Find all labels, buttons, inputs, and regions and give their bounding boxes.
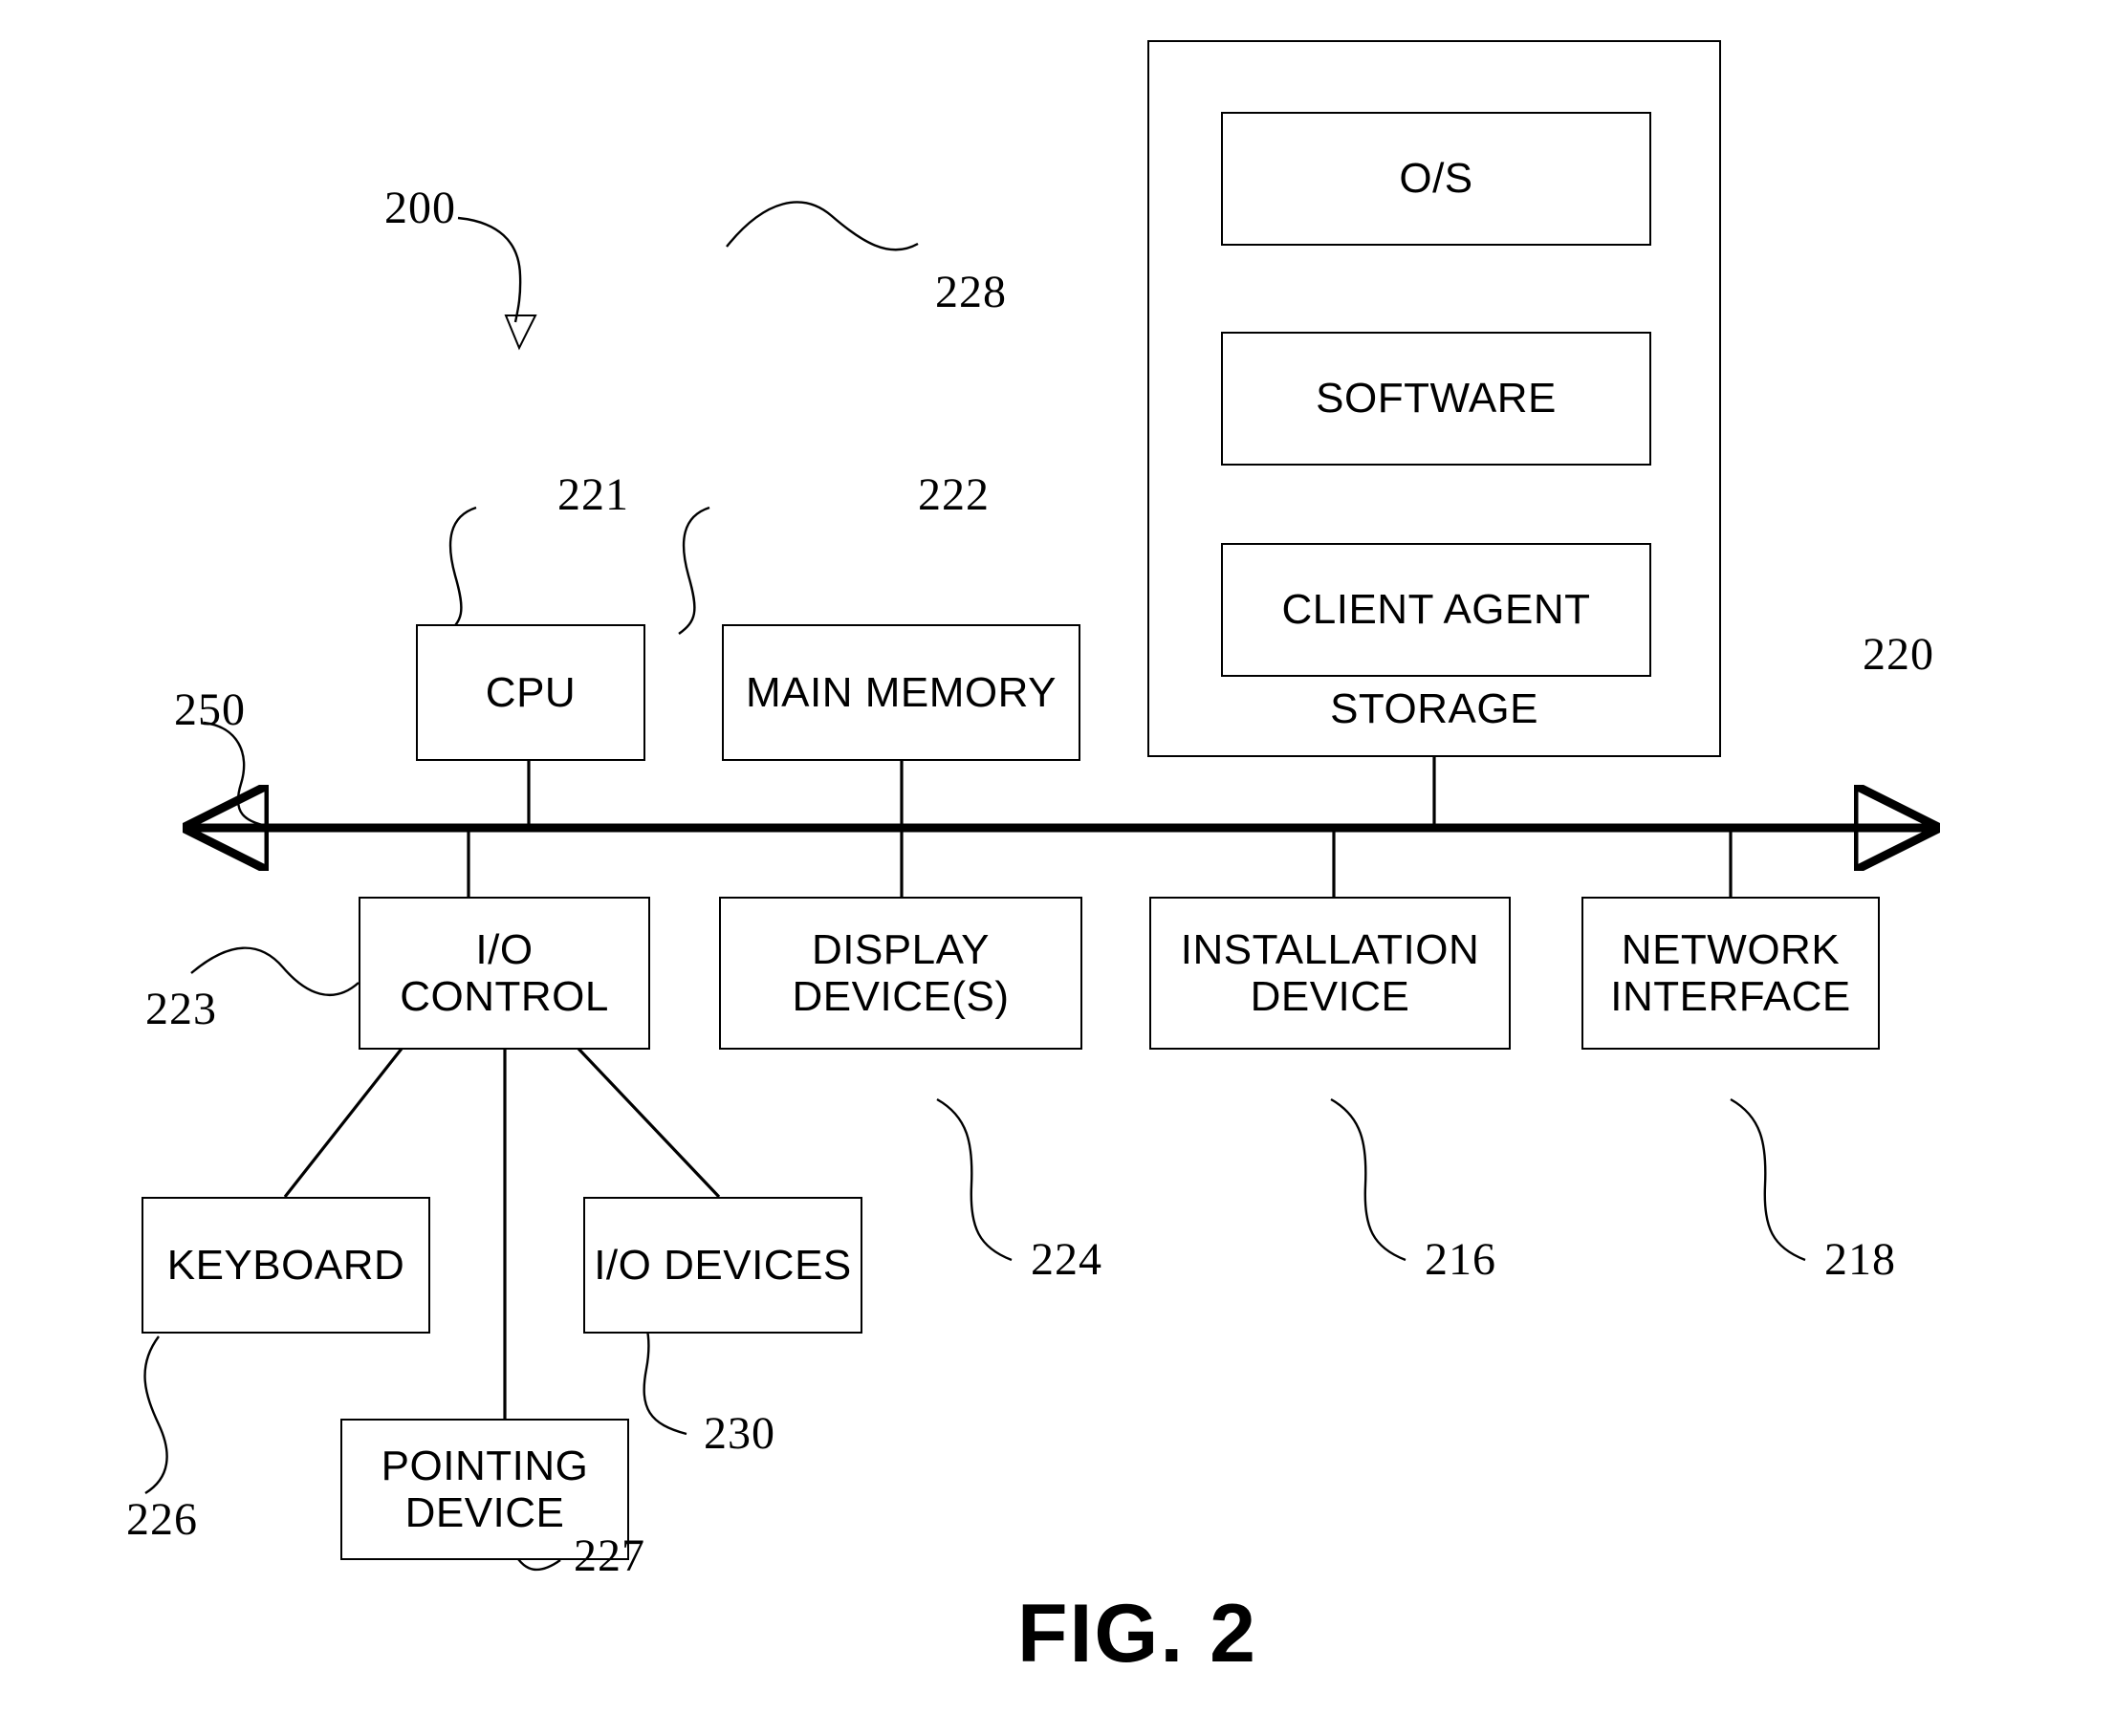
ref-226: 226 (126, 1494, 198, 1545)
storage-item-client-agent: CLIENT AGENT (1221, 543, 1651, 677)
ref-227: 227 (574, 1530, 645, 1581)
storage-item-software: SOFTWARE (1221, 332, 1651, 466)
main-memory-box: MAIN MEMORY (722, 624, 1080, 761)
ref-224: 224 (1031, 1234, 1102, 1285)
leader-250 (203, 721, 278, 830)
leader-222 (678, 506, 710, 635)
ref-230: 230 (704, 1408, 775, 1459)
leader-200 (457, 216, 537, 351)
ref-220: 220 (1863, 629, 1934, 680)
network-interface-box: NETWORK INTERFACE (1581, 897, 1880, 1050)
leader-216 (1330, 1097, 1406, 1262)
installation-device-box: INSTALLATION DEVICE (1149, 897, 1511, 1050)
pointing-device-label-line1: POINTING (381, 1442, 589, 1489)
connector-io-control-to-keyboard (283, 1048, 403, 1198)
installation-device-label-line1: INSTALLATION (1180, 925, 1480, 973)
leader-224 (936, 1097, 1013, 1262)
network-interface-label-line1: NETWORK (1621, 925, 1841, 973)
leader-226 (143, 1335, 168, 1495)
ref-218: 218 (1824, 1234, 1896, 1285)
storage-item-client-agent-label: CLIENT AGENT (1281, 586, 1591, 634)
leader-221 (445, 506, 477, 635)
ref-250: 250 (174, 684, 246, 735)
pointing-device-label-line2: DEVICE (404, 1489, 565, 1536)
ref-222: 222 (918, 469, 990, 520)
ref-228: 228 (935, 267, 1007, 317)
io-devices-box: I/O DEVICES (583, 1197, 862, 1334)
display-device-box: DISPLAY DEVICE(S) (719, 897, 1082, 1050)
ref-223: 223 (145, 984, 217, 1034)
display-device-label-line2: DEVICE(S) (792, 973, 1010, 1020)
ref-221: 221 (557, 469, 629, 520)
cpu-label: CPU (485, 668, 577, 716)
io-control-label: I/O CONTROL (400, 925, 609, 1020)
ref-200: 200 (384, 183, 456, 233)
leader-218 (1730, 1097, 1806, 1262)
io-devices-label: I/O DEVICES (594, 1241, 852, 1289)
storage-item-os: O/S (1221, 112, 1651, 246)
keyboard-label: KEYBOARD (166, 1241, 405, 1289)
cpu-box: CPU (416, 624, 645, 761)
storage-item-software-label: SOFTWARE (1316, 375, 1557, 423)
display-device-label-line1: DISPLAY (811, 925, 991, 973)
ref-216: 216 (1425, 1234, 1496, 1285)
wiring-overlay (143, 201, 2115, 1572)
keyboard-box: KEYBOARD (142, 1197, 430, 1334)
installation-device-label-line2: DEVICE (1250, 973, 1410, 1020)
storage-label: STORAGE (1330, 684, 1538, 732)
network-interface-label-line2: INTERFACE (1610, 973, 1851, 1020)
io-control-box: I/O CONTROL (359, 897, 650, 1050)
figure-caption: FIG. 2 (1017, 1588, 1257, 1680)
connector-io-control-to-io-devices (577, 1047, 721, 1199)
main-memory-label: MAIN MEMORY (746, 668, 1057, 716)
leader-228 (726, 201, 919, 251)
patent-figure-page: STORAGE O/S SOFTWARE CLIENT AGENT CPU MA… (0, 0, 2115, 1736)
storage-item-os-label: O/S (1399, 155, 1473, 203)
